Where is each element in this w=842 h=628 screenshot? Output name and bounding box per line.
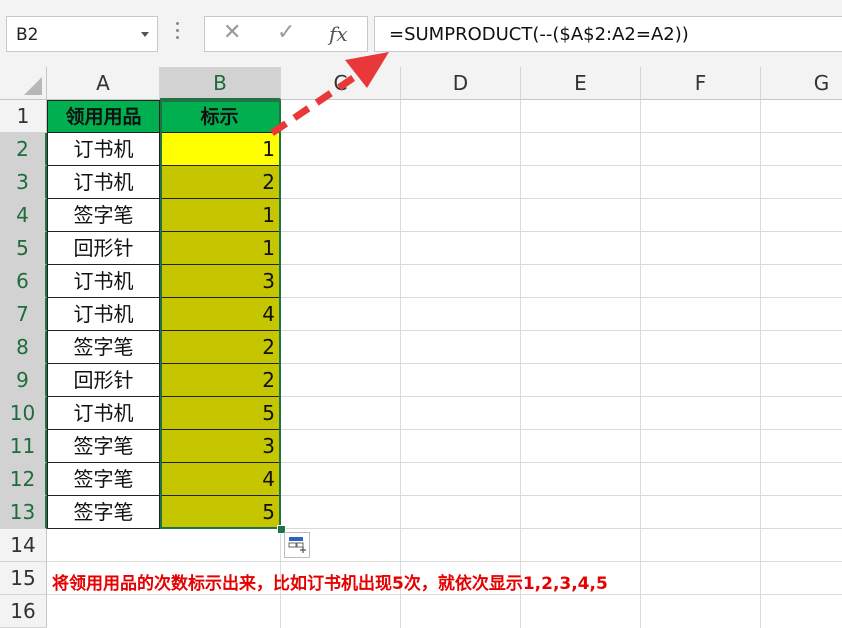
annotation-arrow <box>270 52 389 136</box>
